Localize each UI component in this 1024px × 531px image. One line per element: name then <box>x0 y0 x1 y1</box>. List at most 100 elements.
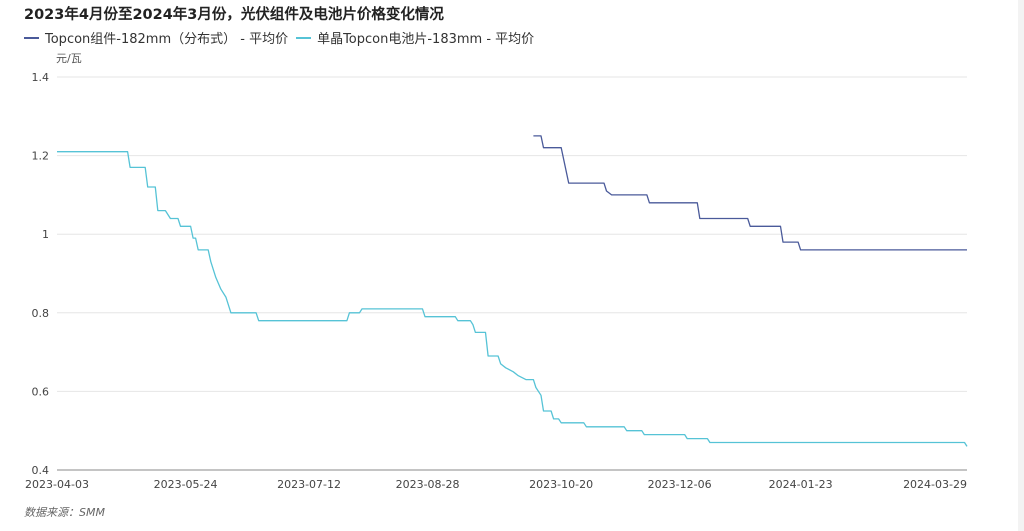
series-1-point <box>197 249 199 251</box>
y-tick-label: 0.8 <box>32 307 50 320</box>
series-1-point <box>210 261 212 263</box>
x-tick-label: 2023-10-20 <box>529 478 593 491</box>
series-1-point <box>686 438 688 440</box>
series-1-point <box>255 312 257 314</box>
series-1-point <box>525 379 527 381</box>
series-1-point <box>230 312 232 314</box>
series-line-1 <box>57 151 968 447</box>
series-1-point <box>258 320 260 322</box>
series-1-point <box>147 186 149 188</box>
series-1-point <box>518 375 520 377</box>
scrollbar[interactable] <box>1018 0 1024 531</box>
series-0-point <box>540 135 542 137</box>
x-tick-label: 2024-03-29 <box>903 478 967 491</box>
line-chart: 0.4 0.6 0.8 1 1.2 1.4 2023-04-03 2023-05-24 2023… <box>25 71 968 491</box>
series-0-point <box>747 218 749 220</box>
series-1-point <box>225 296 227 298</box>
series-0-point <box>649 202 651 204</box>
series-1-point <box>422 308 424 310</box>
series-0-point <box>797 241 799 243</box>
y-tick-label: 0.6 <box>32 385 50 398</box>
series-1-point <box>177 218 179 220</box>
series-1-point <box>144 167 146 169</box>
series-1-point <box>487 355 489 357</box>
series-1-point <box>190 226 192 228</box>
series-1-point <box>457 320 459 322</box>
x-tick-label: 2023-12-06 <box>648 478 712 491</box>
series-0-point <box>800 249 802 251</box>
y-tick-label: 1.2 <box>32 150 50 163</box>
series-0-point <box>603 182 605 184</box>
series-1-point <box>220 288 222 290</box>
x-tick-label: 2024-01-23 <box>769 478 833 491</box>
series-0-point <box>646 194 648 196</box>
series-0-point <box>780 226 782 228</box>
series-1-point <box>623 426 625 428</box>
series-1-point <box>165 210 167 212</box>
series-1-point <box>127 151 129 153</box>
data-source: 数据来源：SMM <box>24 506 105 519</box>
series-1-point <box>535 387 537 389</box>
series-1-point <box>626 430 628 432</box>
series-1-point <box>684 434 686 436</box>
series-1-point <box>56 151 58 153</box>
series-1-point <box>485 332 487 334</box>
series-1-point <box>505 367 507 369</box>
x-tick-label: 2023-05-24 <box>154 478 218 491</box>
series-0-point <box>611 194 613 196</box>
series-0-point <box>696 202 698 204</box>
series-1-point <box>500 363 502 365</box>
series-1-point <box>550 410 552 412</box>
series-1-point <box>346 320 348 322</box>
series-0-point <box>699 218 701 220</box>
series-1-point <box>470 320 472 322</box>
series-1-point <box>641 430 643 432</box>
series-line-0 <box>533 135 967 251</box>
series-0-point <box>568 182 570 184</box>
series-1-point <box>195 237 197 239</box>
series-1-point <box>155 186 157 188</box>
series-1-point <box>129 167 131 169</box>
series-1-point <box>157 210 159 212</box>
series-1-point <box>454 316 456 318</box>
series-0-point <box>606 190 608 192</box>
series-0-point <box>560 147 562 149</box>
series-0-point <box>966 249 968 251</box>
series-1-point <box>349 312 351 314</box>
y-tick-label: 0.4 <box>32 464 50 477</box>
series-1-point <box>966 446 968 448</box>
series-1-point <box>586 426 588 428</box>
series-1-point <box>215 277 217 279</box>
series-0-point <box>749 226 751 228</box>
series-1-point <box>543 410 545 412</box>
series-1-point <box>497 355 499 357</box>
y-tick-label: 1 <box>42 228 49 241</box>
series-0-point <box>782 241 784 243</box>
series-1-point <box>512 371 514 373</box>
series-1-point <box>359 312 361 314</box>
series-1-point <box>560 422 562 424</box>
series-1-point <box>192 237 194 239</box>
series-0-point <box>533 135 535 137</box>
series-1-point <box>170 218 172 220</box>
series-1-point <box>644 434 646 436</box>
series-0-point <box>543 147 545 149</box>
series-1-point <box>424 316 426 318</box>
series-1-point <box>475 332 477 334</box>
series-1-point <box>180 226 182 228</box>
series-1-point <box>540 395 542 397</box>
series-1-point <box>583 422 585 424</box>
series-1-point <box>709 442 711 444</box>
series-1-point <box>964 442 966 444</box>
y-tick-label: 1.4 <box>32 71 50 84</box>
x-tick-label: 2023-04-03 <box>25 478 89 491</box>
series-1-point <box>707 438 709 440</box>
series-1-point <box>472 324 474 326</box>
series-1-point <box>207 249 209 251</box>
series-1-point <box>553 418 555 420</box>
x-tick-label: 2023-07-12 <box>277 478 341 491</box>
series-1-point <box>533 379 535 381</box>
series-1-point <box>361 308 363 310</box>
series-1-point <box>558 418 560 420</box>
x-tick-label: 2023-08-28 <box>396 478 460 491</box>
